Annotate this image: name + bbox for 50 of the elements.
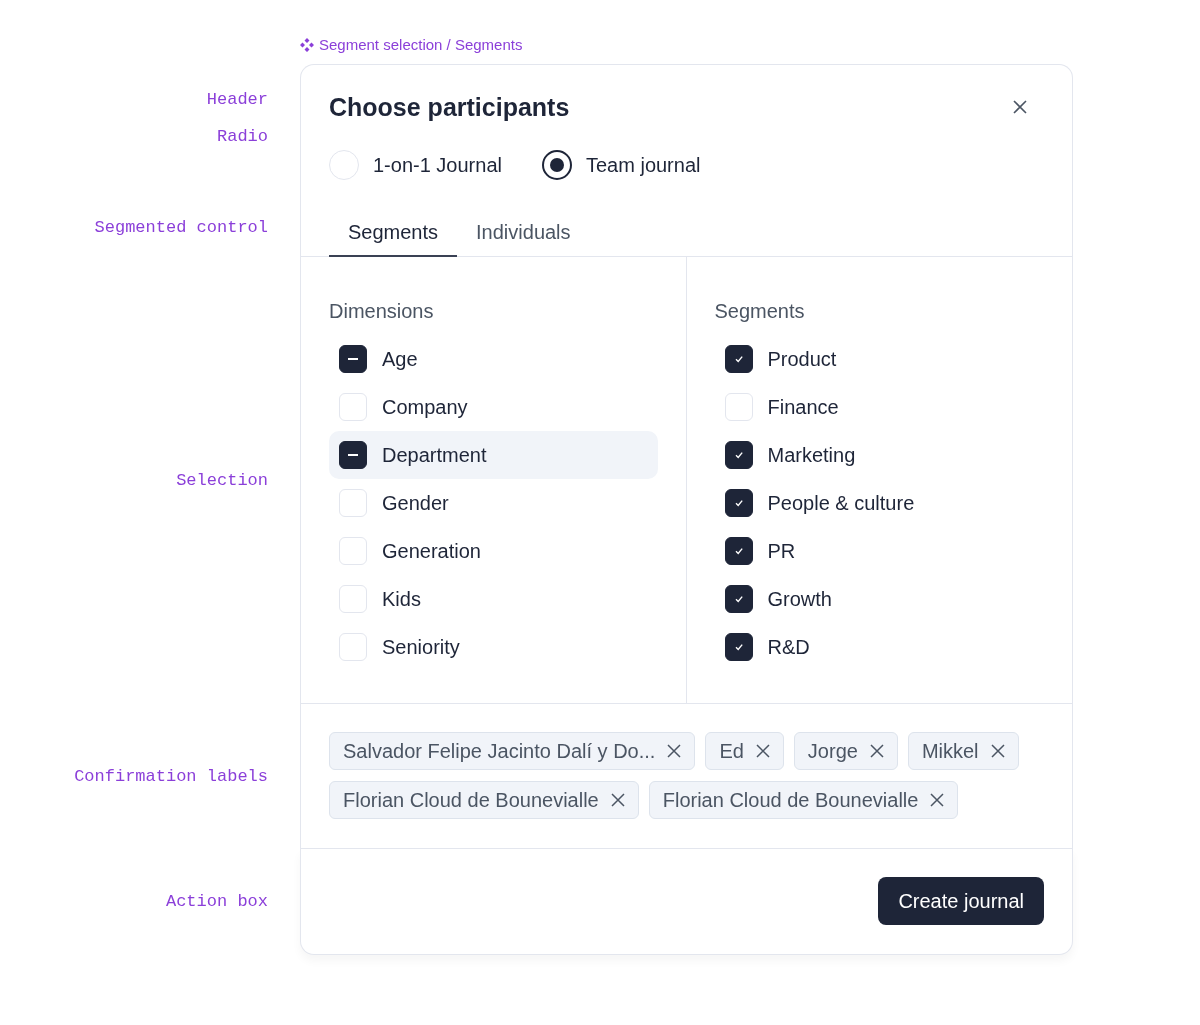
dimension-item[interactable]: Kids [329, 575, 658, 623]
checkbox-label[interactable]: Marketing [767, 443, 856, 467]
dimension-item[interactable]: Seniority [329, 623, 658, 671]
annotation-label: Header [205, 89, 268, 110]
annotation-label: Action box [164, 892, 268, 912]
diamonds-icon [300, 38, 314, 52]
checkbox[interactable] [339, 345, 367, 373]
tag-label: Florian Cloud de Bounevialle [662, 788, 919, 812]
dimension-item[interactable]: Company [329, 383, 658, 431]
remove-icon[interactable] [610, 793, 625, 807]
dimension-item[interactable]: Department [329, 431, 658, 479]
checkbox-label[interactable]: PR [767, 539, 796, 563]
remove-icon[interactable] [667, 744, 682, 758]
tag-label: Ed [719, 739, 744, 763]
breadcrumb: Segment selection / Segments [319, 36, 523, 54]
tab[interactable]: Individuals [457, 210, 590, 257]
create-journal-button[interactable]: Create journal [878, 877, 1044, 925]
checkbox-label[interactable]: R&D [767, 635, 810, 659]
checkbox[interactable] [339, 441, 367, 469]
tag-label: Florian Cloud de Bounevialle [343, 788, 599, 812]
checkbox-label[interactable]: Product [767, 347, 837, 371]
dimension-item[interactable]: Gender [329, 479, 658, 527]
close-icon[interactable] [1012, 99, 1028, 115]
checkbox[interactable] [724, 585, 753, 613]
column-title: Segments [714, 299, 806, 323]
checkbox[interactable] [724, 441, 753, 469]
checkbox[interactable] [724, 537, 753, 565]
checkbox-label[interactable]: Growth [767, 587, 832, 611]
radio-label[interactable]: Team journal [585, 153, 701, 177]
dimension-item[interactable]: Generation [329, 527, 658, 575]
radio-label[interactable]: 1-on-1 Journal [373, 153, 502, 177]
checkbox-label[interactable]: Finance [767, 395, 839, 419]
checkbox[interactable] [724, 345, 753, 373]
annotation-label: Selection [175, 470, 268, 491]
annotation-label: Segmented control [93, 217, 268, 238]
annotation-label: Confirmation labels [73, 766, 268, 787]
tag-label: Salvador Felipe Jacinto Dalí y Do... [343, 739, 656, 763]
remove-icon[interactable] [869, 744, 884, 758]
column-title: Dimensions [329, 299, 435, 323]
annotation-label: Radio [216, 126, 268, 147]
remove-icon[interactable] [990, 744, 1005, 758]
tag-label: Jorge [807, 739, 858, 763]
checkbox-label[interactable]: People & culture [767, 491, 915, 515]
dimension-item[interactable]: Age [329, 335, 658, 383]
remove-icon[interactable] [930, 793, 945, 807]
tag-label: Mikkel [921, 739, 979, 763]
checkbox[interactable] [724, 633, 753, 661]
checkbox[interactable] [724, 489, 753, 517]
remove-icon[interactable] [755, 744, 770, 758]
dialog-title: Choose participants [329, 92, 570, 123]
